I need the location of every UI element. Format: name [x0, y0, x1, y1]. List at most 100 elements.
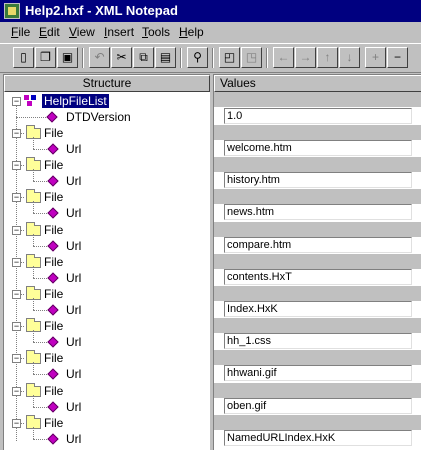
- values-header[interactable]: Values: [214, 75, 421, 92]
- tree-row-url[interactable]: Url: [4, 169, 210, 189]
- tree-label-url[interactable]: Url: [66, 271, 81, 285]
- undo-icon: ↶: [94, 50, 105, 64]
- tree-row-file[interactable]: − File: [4, 382, 210, 399]
- menu-help[interactable]: Help: [179, 25, 204, 39]
- expand-button[interactable]: +: [365, 47, 386, 68]
- menu-view[interactable]: View: [69, 25, 95, 39]
- tree-label-url[interactable]: Url: [66, 206, 81, 220]
- tree-row-url[interactable]: Url: [4, 394, 210, 415]
- tree-label-file[interactable]: File: [44, 351, 63, 365]
- value-cell-url[interactable]: hh_1.css: [224, 333, 412, 350]
- value-cell-url[interactable]: Index.HxK: [224, 301, 412, 317]
- value-cell-url[interactable]: hhwani.gif: [224, 365, 412, 382]
- collapse-toggle-icon[interactable]: −: [12, 193, 21, 203]
- structure-header[interactable]: Structure: [4, 75, 210, 92]
- collapse-toggle-icon[interactable]: −: [12, 354, 21, 364]
- tree-label-file[interactable]: File: [44, 126, 63, 140]
- value-cell-url[interactable]: NamedURLIndex.HxK: [224, 429, 412, 446]
- tree-label-file[interactable]: File: [44, 190, 63, 204]
- tree-row-dtdversion[interactable]: DTDVersion: [4, 109, 210, 125]
- move-up-button[interactable]: ↑: [317, 47, 338, 68]
- menu-tools[interactable]: Tools: [142, 25, 170, 39]
- tree-label-url[interactable]: Url: [66, 432, 81, 446]
- tree-row-root[interactable]: − HelpFileList: [4, 93, 210, 109]
- tree-row-url[interactable]: Url: [4, 201, 210, 221]
- tree-row-url[interactable]: Url: [4, 426, 210, 447]
- new-button[interactable]: ▯: [13, 47, 34, 68]
- tree-row-file[interactable]: − File: [4, 221, 210, 238]
- values-pane[interactable]: Values 1.0 welcome.htm history.htm news.ht…: [213, 74, 421, 450]
- value-gap: [214, 157, 421, 173]
- menu-file[interactable]: File: [11, 25, 30, 39]
- open-button[interactable]: ❐: [35, 47, 56, 68]
- collapse-toggle-icon[interactable]: −: [12, 290, 21, 299]
- tree-row-url[interactable]: Url: [4, 330, 210, 350]
- tree-row-file[interactable]: − File: [4, 414, 210, 431]
- tree-row-url[interactable]: Url: [4, 137, 210, 157]
- tree-row-file[interactable]: − File: [4, 286, 210, 302]
- tree-label-file[interactable]: File: [44, 416, 63, 430]
- value-cell-url[interactable]: compare.htm: [224, 236, 412, 253]
- collapse-toggle-icon[interactable]: −: [12, 129, 21, 138]
- tree-label-root[interactable]: HelpFileList: [42, 94, 109, 108]
- tree-label-url[interactable]: Url: [66, 239, 81, 253]
- move-right-button[interactable]: →: [295, 47, 316, 68]
- tree-row-url[interactable]: Url: [4, 265, 210, 286]
- element-icon: [47, 433, 59, 445]
- tree-row-file[interactable]: − File: [4, 189, 210, 205]
- tree-row-url[interactable]: Url: [4, 298, 210, 318]
- collapse-toggle-icon[interactable]: −: [12, 322, 21, 332]
- value-cell-dtdversion[interactable]: 1.0: [224, 108, 412, 124]
- paste-button[interactable]: ▤: [155, 47, 176, 68]
- tree-label-file[interactable]: File: [44, 255, 63, 269]
- cut-button[interactable]: ✂: [111, 47, 132, 68]
- insert-child-button[interactable]: ◰: [219, 47, 240, 68]
- tree-label-url[interactable]: Url: [66, 335, 81, 349]
- move-down-button[interactable]: ↓: [339, 47, 360, 68]
- tree-label-dtdversion[interactable]: DTDVersion: [66, 110, 131, 124]
- tree-row-file[interactable]: − File: [4, 157, 210, 173]
- collapse-toggle-icon[interactable]: −: [12, 386, 21, 396]
- collapse-toggle-icon[interactable]: −: [12, 161, 21, 171]
- tree-row-file[interactable]: − File: [4, 350, 210, 366]
- value-gap: [214, 221, 421, 237]
- tree-row-url[interactable]: Url: [4, 233, 210, 254]
- save-icon: ▣: [61, 50, 74, 64]
- tree-label-file[interactable]: File: [44, 319, 63, 333]
- value-cell-url[interactable]: oben.gif: [224, 397, 412, 414]
- tree-label-file[interactable]: File: [44, 287, 63, 301]
- move-left-button[interactable]: ←: [273, 47, 294, 68]
- collapse-button[interactable]: −: [387, 47, 408, 68]
- tree-label-url[interactable]: Url: [66, 142, 81, 156]
- tree-label-url[interactable]: Url: [66, 303, 81, 317]
- collapse-toggle-icon[interactable]: −: [12, 257, 21, 267]
- tree-label-url[interactable]: Url: [66, 174, 81, 188]
- value-cell-url[interactable]: history.htm: [224, 172, 412, 189]
- element-icon: [47, 175, 59, 187]
- save-button[interactable]: ▣: [57, 47, 78, 68]
- structure-pane[interactable]: Structure − HelpFileList DTDVersion − Fil…: [3, 74, 210, 450]
- value-cell-url[interactable]: welcome.htm: [224, 140, 412, 156]
- tree-row-file[interactable]: − File: [4, 253, 210, 270]
- value-cell-url[interactable]: contents.HxT: [224, 268, 412, 285]
- tree-label-file[interactable]: File: [44, 158, 63, 172]
- collapse-toggle-icon[interactable]: −: [12, 418, 21, 428]
- find-button[interactable]: ⚲: [187, 47, 208, 68]
- value-cell-url[interactable]: news.htm: [224, 204, 412, 221]
- insert-sibling-button[interactable]: ◳: [241, 47, 262, 68]
- menu-insert[interactable]: Insert: [104, 25, 134, 39]
- move-right-icon: →: [299, 50, 312, 64]
- tree-row-file[interactable]: − File: [4, 125, 210, 141]
- copy-button[interactable]: ⧉: [133, 47, 154, 68]
- tree-label-url[interactable]: Url: [66, 400, 81, 414]
- tree-row-url[interactable]: Url: [4, 362, 210, 382]
- title-bar: Help2.hxf - XML Notepad: [0, 0, 421, 22]
- tree-row-file[interactable]: − File: [4, 318, 210, 334]
- undo-button[interactable]: ↶: [89, 47, 110, 68]
- tree-label-url[interactable]: Url: [66, 367, 81, 381]
- collapse-toggle-icon[interactable]: −: [12, 225, 21, 235]
- menu-edit[interactable]: Edit: [39, 25, 60, 39]
- collapse-toggle-icon[interactable]: −: [12, 97, 21, 106]
- tree-label-file[interactable]: File: [44, 384, 63, 398]
- tree-label-file[interactable]: File: [44, 223, 63, 237]
